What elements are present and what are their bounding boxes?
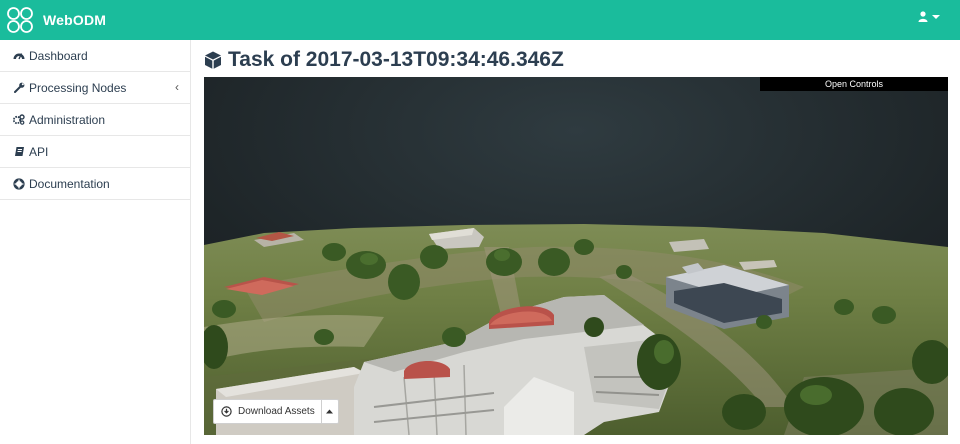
top-navbar: WebODM	[0, 0, 960, 40]
page-title-text: Task of 2017-03-13T09:34:46.346Z	[228, 48, 564, 71]
download-assets-button[interactable]: Download Assets	[214, 400, 321, 423]
caret-down-icon	[932, 14, 940, 19]
sidebar: Dashboard Processing Nodes ‹ Administrat…	[0, 40, 191, 444]
chevron-left-icon[interactable]: ‹	[175, 80, 179, 94]
sidebar-item-label: Administration	[29, 112, 106, 127]
download-icon	[221, 406, 232, 417]
sidebar-item-label: API	[29, 144, 49, 159]
download-dropdown-toggle[interactable]	[320, 400, 338, 423]
life-ring-icon	[13, 177, 25, 190]
wrench-icon	[13, 82, 25, 94]
sidebar-item-label: Dashboard	[29, 48, 88, 63]
sidebar-item-documentation[interactable]: Documentation	[0, 168, 190, 200]
sidebar-item-dashboard[interactable]: Dashboard	[0, 40, 190, 72]
download-assets-group: Download Assets	[213, 399, 339, 424]
book-icon	[13, 146, 25, 158]
open-controls-button[interactable]: Open Controls	[760, 77, 948, 91]
user-icon	[918, 11, 928, 22]
page-title: Task of 2017-03-13T09:34:46.346Z	[203, 46, 564, 74]
tachometer-icon	[13, 50, 25, 62]
brand[interactable]: WebODM	[6, 6, 106, 34]
sidebar-item-processing-nodes[interactable]: Processing Nodes ‹	[0, 72, 190, 104]
user-menu[interactable]	[918, 11, 940, 22]
download-assets-label: Download Assets	[238, 406, 315, 417]
main-content: Task of 2017-03-13T09:34:46.346Z Open Co…	[191, 40, 960, 444]
point-cloud-scene[interactable]	[204, 77, 948, 435]
webodm-logo-icon	[7, 7, 33, 33]
sidebar-item-label: Processing Nodes	[29, 80, 127, 95]
gears-icon	[13, 114, 25, 126]
sidebar-item-administration[interactable]: Administration	[0, 104, 190, 136]
brand-name: WebODM	[43, 12, 107, 28]
sidebar-item-label: Documentation	[29, 176, 110, 191]
sidebar-item-api[interactable]: API	[0, 136, 190, 168]
3d-model-viewer[interactable]: Open Controls Download Assets	[204, 77, 948, 435]
cube-icon	[205, 51, 221, 69]
caret-up-icon	[326, 409, 334, 414]
